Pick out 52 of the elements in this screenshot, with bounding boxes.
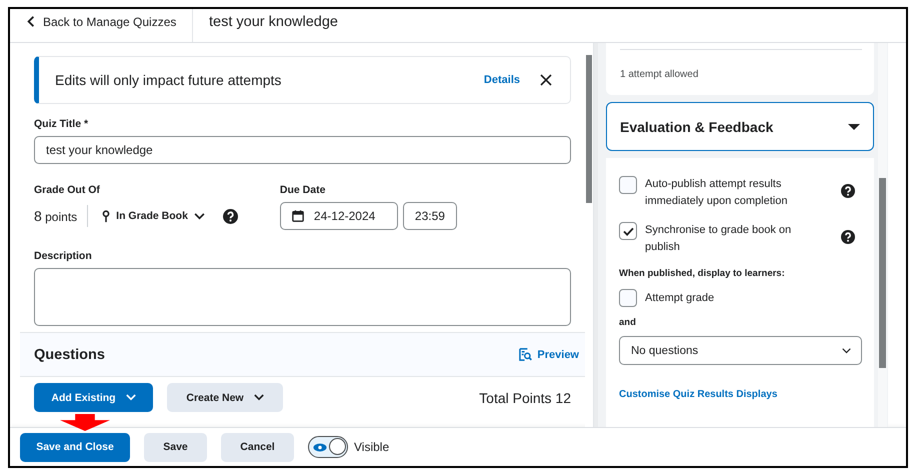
- footer-button[interactable]: Cancel: [221, 432, 294, 462]
- grade-book-dropdown[interactable]: In Grade Book: [98, 210, 211, 222]
- visibility-label: Visible: [354, 440, 390, 454]
- field-label: Description: [34, 250, 92, 262]
- checkbox-label: Auto-publish attempt results immediately upon completion: [645, 177, 788, 209]
- scrollbar[interactable]: [878, 43, 887, 427]
- attempts-text: 1 attempt allowed: [620, 69, 698, 80]
- field-label: When published, display to learners:: [619, 268, 786, 279]
- section-title: Questions: [34, 346, 105, 362]
- alert-message: Edits will only impact future attempts: [55, 72, 282, 88]
- dropdown-button[interactable]: Add Existing: [34, 383, 153, 412]
- quiz-title-field[interactable]: test your knowledge: [34, 136, 571, 164]
- date-field[interactable]: 24-12-2024: [280, 202, 398, 230]
- description-field[interactable]: [34, 268, 571, 326]
- checkbox-label: Attempt grade: [645, 290, 716, 306]
- dropdown-button[interactable]: Create New: [167, 383, 283, 412]
- calendar-icon: [292, 210, 304, 222]
- checkbox[interactable]: [619, 289, 637, 307]
- chevron-down-icon: [126, 394, 136, 401]
- back-link[interactable]: Back to Manage Quizzes: [10, 9, 193, 42]
- chevron-down-icon: [254, 394, 264, 401]
- time-field[interactable]: 23:59: [402, 202, 457, 230]
- visibility-toggle[interactable]: [308, 436, 348, 458]
- footer-button[interactable]: Save and Close: [20, 432, 130, 462]
- checkbox-label: Synchronise to grade book on publish: [645, 223, 792, 255]
- field-label: Quiz Title *: [34, 118, 88, 130]
- eye-icon: [313, 442, 327, 452]
- preview-icon: [519, 348, 532, 361]
- customise-link[interactable]: Customise Quiz Results Displays: [619, 389, 778, 400]
- field-label: Due Date: [280, 184, 326, 196]
- field-label: and: [619, 317, 637, 328]
- total-points: Total Points 12: [479, 390, 571, 406]
- help-icon[interactable]: [841, 184, 855, 198]
- help-icon[interactable]: [841, 230, 855, 244]
- field-label: Grade Out Of: [34, 184, 100, 196]
- preview-link[interactable]: Preview: [519, 348, 579, 361]
- checkbox[interactable]: [619, 176, 637, 194]
- checkmark-icon: [622, 226, 634, 236]
- points-value: 8 points: [34, 208, 78, 224]
- help-icon[interactable]: [222, 208, 238, 224]
- close-icon[interactable]: [540, 74, 552, 86]
- arrow-annotation: [60, 414, 110, 431]
- checkbox[interactable]: [619, 222, 637, 240]
- page-title: test your knowledge: [208, 12, 338, 32]
- chevron-down-icon: [194, 212, 205, 220]
- footer-button[interactable]: Save: [144, 432, 207, 462]
- questions-select[interactable]: No questions: [619, 336, 862, 365]
- section-header[interactable]: Evaluation & Feedback: [606, 102, 874, 151]
- chevron-left-icon: [27, 16, 35, 27]
- details-link[interactable]: Details: [484, 74, 520, 86]
- pin-icon: [102, 210, 110, 222]
- chevron-down-icon: [842, 348, 851, 354]
